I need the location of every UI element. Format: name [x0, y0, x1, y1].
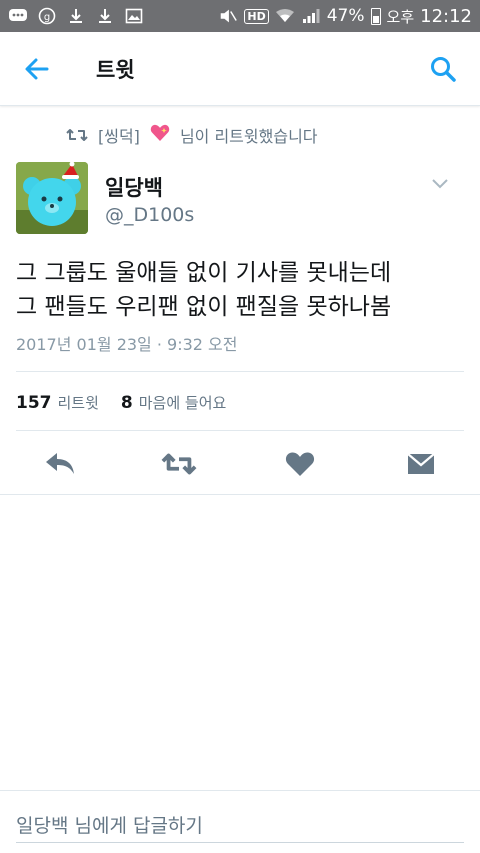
retweeter-name: [씽덕]	[98, 127, 140, 146]
tweet-text: 그 그룹도 울애들 없이 기사를 못내는데 그 팬들도 우리팬 없이 팬질을 못…	[16, 256, 466, 324]
tweet-stats: 157 리트윗 8 마음에 들어요	[16, 392, 226, 413]
avatar[interactable]	[16, 162, 88, 234]
bear-avatar-icon	[16, 162, 88, 234]
chevron-down-icon	[432, 179, 448, 189]
sparkling-heart-icon	[150, 124, 170, 146]
page-title: 트윗	[96, 58, 135, 82]
tweet-text-line: 그 팬들도 우리팬 없이 팬질을 못하나봄	[16, 294, 392, 320]
tweet-timestamp: 2017년 01월 23일 · 9:32 오전	[16, 335, 238, 354]
direct-message-button[interactable]	[403, 448, 439, 480]
retweet-count-label[interactable]: 리트윗	[58, 392, 99, 413]
search-icon	[431, 57, 456, 82]
signal-icon	[301, 7, 321, 25]
hd-badge: HD	[244, 8, 269, 24]
reply-input-underline	[16, 842, 464, 843]
search-button[interactable]	[428, 54, 458, 84]
mute-icon	[218, 7, 238, 25]
retweet-icon	[66, 129, 88, 141]
retweet-icon	[161, 453, 197, 475]
divider	[0, 494, 480, 495]
divider	[16, 371, 464, 372]
tweet-menu-button[interactable]	[430, 176, 450, 190]
reply-icon	[46, 453, 74, 474]
back-button[interactable]	[22, 54, 52, 84]
reply-button[interactable]	[42, 448, 78, 480]
battery-icon	[370, 7, 381, 25]
app-notification-icon: g	[37, 7, 57, 25]
ampm-label: 오후	[386, 7, 415, 26]
download-icon	[95, 7, 115, 25]
status-bar: g HD 47% 오후 12:12	[0, 0, 480, 32]
retweet-context[interactable]: [씽덕] 님이 리트윗했습니다	[66, 124, 318, 146]
back-arrow-icon	[25, 58, 49, 80]
app-bar: 트윗	[0, 32, 480, 106]
retweet-context-suffix: 님이 리트윗했습니다	[179, 127, 318, 146]
retweet-count[interactable]: 157	[16, 393, 52, 413]
author-handle[interactable]: @_D100s	[105, 204, 194, 226]
like-button[interactable]	[282, 448, 318, 480]
retweet-button[interactable]	[161, 448, 197, 480]
download-icon	[66, 7, 86, 25]
author-name[interactable]: 일당백	[105, 172, 163, 202]
reply-input[interactable]: 일당백 님에게 답글하기	[16, 811, 203, 838]
reply-composer: 일당백 님에게 답글하기	[0, 790, 480, 853]
like-count[interactable]: 8	[121, 393, 133, 413]
chat-notification-icon	[8, 7, 28, 25]
battery-percent: 47%	[326, 6, 365, 26]
svg-text:g: g	[44, 12, 50, 23]
clock: 12:12	[420, 5, 472, 27]
heart-icon	[285, 452, 315, 476]
divider	[16, 430, 464, 431]
envelope-icon	[407, 453, 435, 474]
tweet-text-line: 그 그룹도 울애들 없이 기사를 못내는데	[16, 260, 392, 286]
like-count-label[interactable]: 마음에 들어요	[139, 392, 227, 413]
tweet-actions	[0, 438, 480, 494]
image-icon	[124, 7, 144, 25]
wifi-icon	[275, 7, 295, 25]
